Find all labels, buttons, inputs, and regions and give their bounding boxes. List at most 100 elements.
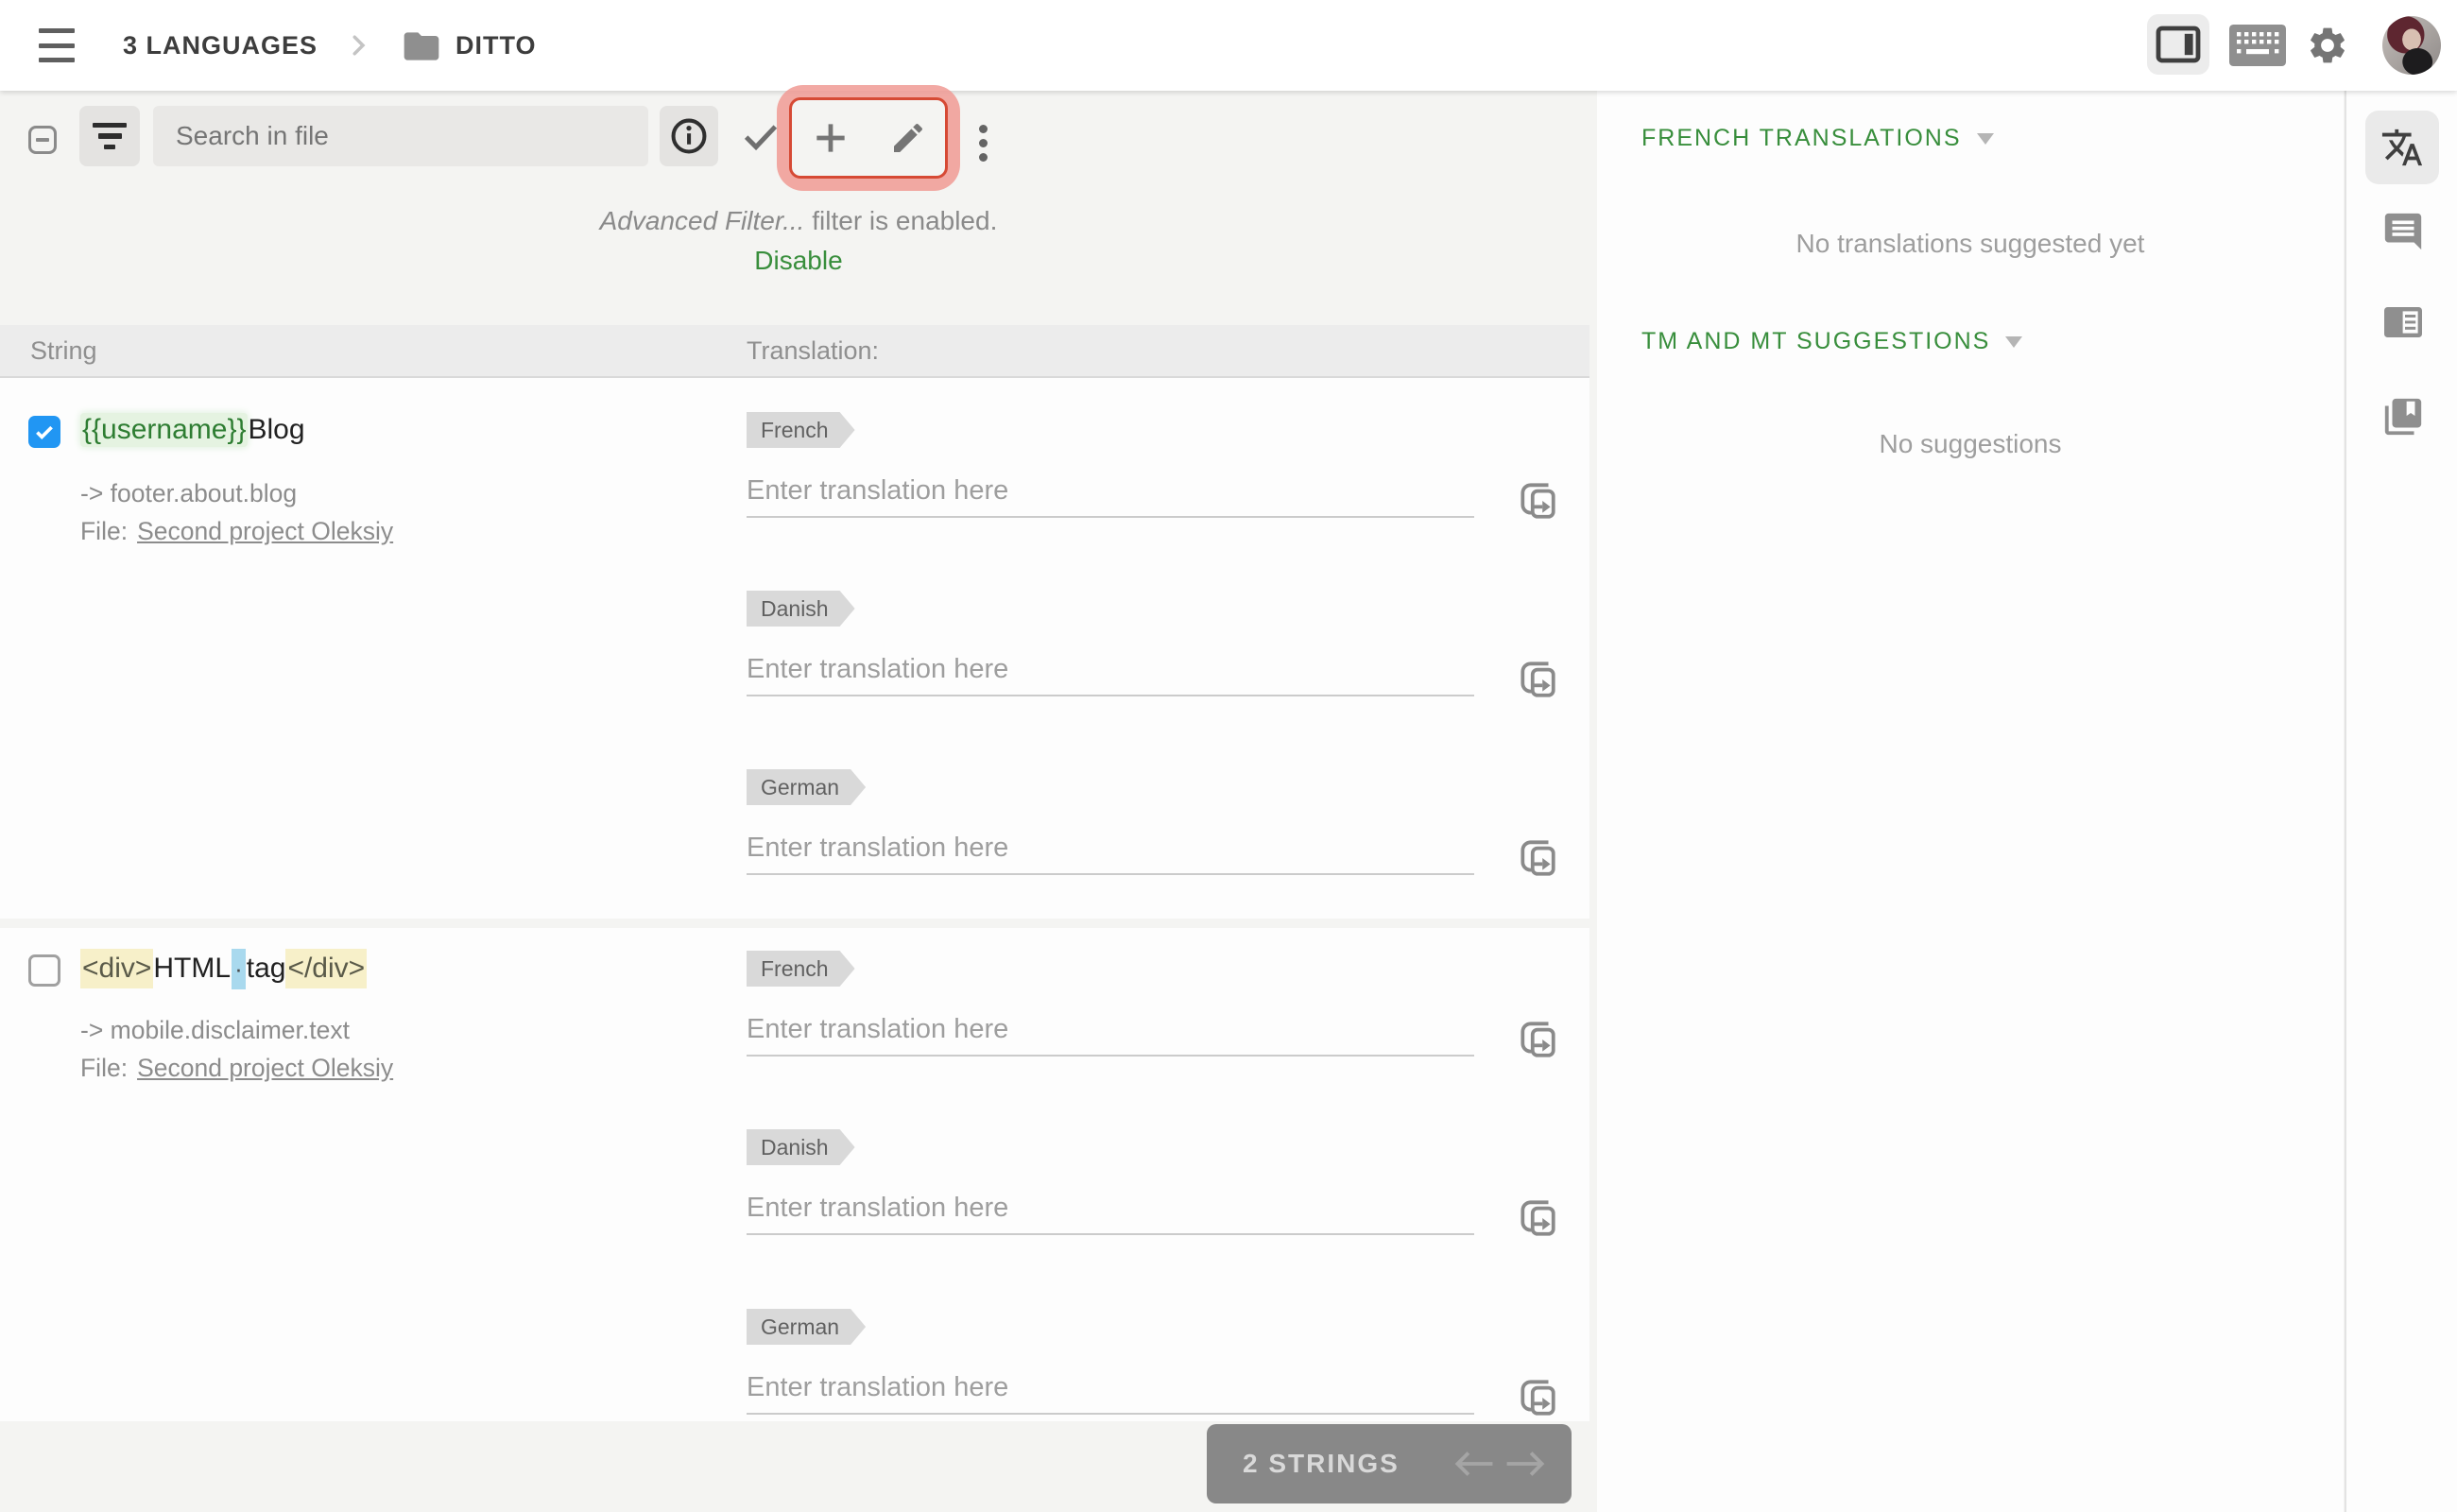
menu-bar (39, 43, 75, 48)
string-text: HTML (153, 953, 232, 984)
top-bar: 3 LANGUAGES DITTO (0, 0, 2457, 91)
kebab-menu-icon (978, 124, 988, 133)
arrow-right-icon (1506, 1452, 1545, 1476)
language-tag: French (747, 412, 855, 448)
string-key: -> footer.about.blog (80, 478, 298, 507)
panel-toggle-button[interactable] (2147, 14, 2209, 75)
content-area: Advanced Filter... filter is enabled. Di… (0, 85, 2457, 1512)
language-tag: Danish (747, 591, 855, 627)
translate-icon (2381, 129, 2423, 166)
language-tag: German (747, 769, 866, 805)
copy-source-button[interactable] (1516, 1195, 1559, 1239)
translations-tab-button[interactable] (2365, 111, 2439, 184)
variable-token: {{username}} (80, 413, 249, 447)
string-key: -> mobile.disclaimer.text (80, 1015, 350, 1044)
context-tab-button[interactable] (2380, 300, 2426, 345)
copy-source-icon (1521, 483, 1555, 519)
copy-source-button[interactable] (1516, 1375, 1559, 1418)
select-all-checkbox[interactable] (28, 126, 57, 154)
string-text: tag (246, 953, 286, 984)
section-header-french-translations[interactable]: FRENCH TRANSLATIONS (1641, 125, 1994, 152)
filter-notice-suffix: filter is enabled. (804, 206, 998, 235)
html-tag-close: </div> (285, 949, 368, 988)
menu-bar (39, 28, 75, 33)
settings-button[interactable] (2304, 23, 2351, 68)
string-file: File: Second project Oleksiy (80, 1051, 393, 1085)
language-tag: Danish (747, 1129, 855, 1165)
copy-source-icon (1521, 840, 1555, 876)
translation-input-french[interactable] (747, 1004, 1474, 1057)
kebab-menu-icon (978, 138, 988, 147)
copy-source-icon (1521, 1022, 1555, 1057)
reader-icon (2384, 307, 2422, 337)
copy-source-icon (1521, 662, 1555, 697)
translation-input-german[interactable] (747, 822, 1474, 875)
breadcrumb-chevron-icon (344, 31, 372, 64)
keyboard-button[interactable] (2226, 25, 2289, 66)
side-tool-strip (2345, 91, 2457, 1512)
copy-source-button[interactable] (1516, 1017, 1559, 1060)
string-count: 2 STRINGS (1243, 1449, 1400, 1478)
copy-source-button[interactable] (1516, 835, 1559, 879)
chevron-down-icon (2005, 335, 2023, 348)
avatar[interactable] (2382, 16, 2441, 75)
file-label: File: (80, 516, 129, 545)
copy-source-button[interactable] (1516, 657, 1559, 700)
menu-icon[interactable] (38, 28, 76, 62)
filter-notice-actions: Disable (0, 246, 1597, 276)
comment-icon (2384, 213, 2422, 250)
section-title: FRENCH TRANSLATIONS (1641, 125, 1962, 151)
column-header-translation: Translation: (747, 335, 880, 365)
menu-bar (39, 58, 75, 62)
info-icon (671, 118, 707, 154)
whitespace-marker: · (232, 948, 246, 989)
kebab-menu-button[interactable] (962, 116, 1004, 169)
row-checkbox-checked[interactable] (28, 416, 60, 448)
string-file: File: Second project Oleksiy (80, 514, 393, 548)
comments-tab-button[interactable] (2380, 209, 2426, 254)
check-icon (36, 425, 53, 440)
translation-input-danish[interactable] (747, 1182, 1474, 1235)
list-header-row: String Translation: (0, 325, 1589, 378)
language-tag: German (747, 1309, 866, 1345)
annotation-inner (789, 97, 948, 179)
next-string-button[interactable] (1500, 1437, 1553, 1490)
section-header-tm-mt-suggestions[interactable]: TM AND MT SUGGESTIONS (1641, 328, 2023, 355)
translation-input-danish[interactable] (747, 644, 1474, 696)
collections-tab-button[interactable] (2380, 394, 2426, 439)
filter-button[interactable] (79, 106, 140, 166)
breadcrumb-root[interactable]: 3 LANGUAGES (123, 0, 318, 91)
translation-input-german[interactable] (747, 1362, 1474, 1415)
search-input[interactable] (153, 106, 648, 166)
column-header-string: String (30, 335, 97, 365)
info-button[interactable] (660, 106, 718, 166)
file-link[interactable]: Second project Oleksiy (137, 1054, 393, 1083)
copy-source-icon (1521, 1380, 1555, 1416)
empty-state-message: No translations suggested yet (1796, 229, 2145, 258)
keyboard-icon (2229, 25, 2286, 66)
language-tag: French (747, 951, 855, 987)
collections-bookmark-icon (2384, 398, 2422, 436)
add-icon (816, 124, 845, 152)
suggestions-panel: FRENCH TRANSLATIONS No translations sugg… (1597, 91, 2344, 1512)
add-string-button[interactable] (809, 116, 852, 160)
file-link[interactable]: Second project Oleksiy (137, 517, 393, 546)
indeterminate-mark (36, 138, 49, 142)
filter-notice-name: Advanced Filter... (599, 206, 805, 235)
arrow-left-icon (1454, 1452, 1493, 1476)
string-row (0, 928, 1589, 1421)
file-label: File: (80, 1053, 129, 1082)
settings-icon (2311, 27, 2345, 63)
translation-input-french[interactable] (747, 465, 1474, 518)
pagination-bar: 2 STRINGS (1207, 1424, 1572, 1503)
copy-source-button[interactable] (1516, 478, 1559, 522)
edit-string-button[interactable] (888, 118, 928, 158)
disable-filter-link[interactable]: Disable (754, 246, 842, 275)
row-checkbox-unchecked[interactable] (28, 954, 60, 987)
edit-icon (894, 123, 923, 152)
filter-icon (93, 122, 127, 150)
folder-icon (401, 26, 442, 72)
annotation-highlight (777, 85, 960, 191)
prev-string-button[interactable] (1447, 1437, 1500, 1490)
html-tag-open: <div> (80, 949, 154, 988)
